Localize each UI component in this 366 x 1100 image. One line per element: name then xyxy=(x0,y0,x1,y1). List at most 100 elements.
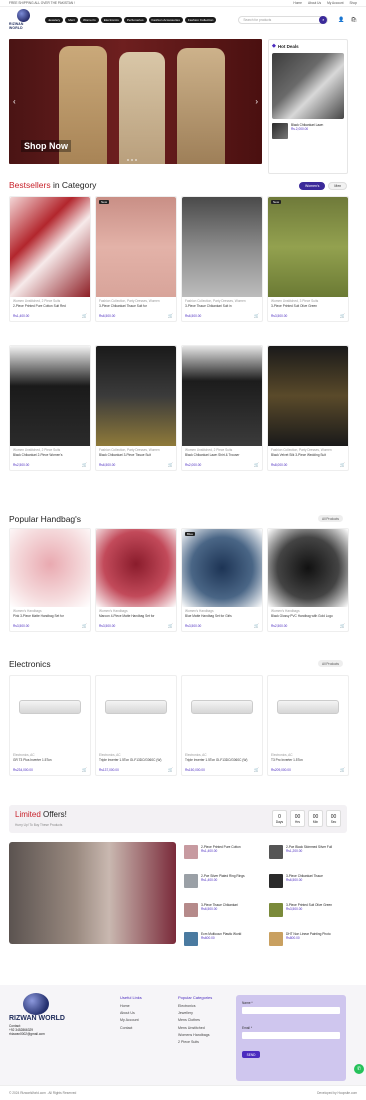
add-to-cart-icon[interactable]: 🛒 xyxy=(82,767,87,772)
product-name[interactable]: Black Glossy PVC Handbag with Gold Logo xyxy=(271,614,345,618)
product-category[interactable]: Women's Handbags xyxy=(271,609,345,613)
add-to-cart-icon[interactable]: 🛒 xyxy=(340,462,345,467)
email-field[interactable] xyxy=(242,1032,340,1039)
nav-fashion-accessories[interactable]: Fashion Accessories xyxy=(148,16,183,23)
product-category[interactable]: Women Unstitched, 2 Piece Suits xyxy=(185,448,259,452)
hot-deal-thumb[interactable] xyxy=(272,123,288,139)
add-to-cart-icon[interactable]: 🛒 xyxy=(168,313,173,318)
nav-electronics[interactable]: Electronics xyxy=(100,16,122,23)
product-image[interactable] xyxy=(96,529,176,607)
add-to-cart-icon[interactable]: 🛒 xyxy=(254,767,259,772)
limited-feature-image[interactable] xyxy=(9,842,176,944)
product-image[interactable] xyxy=(10,676,90,751)
product-category[interactable]: Fashion Collection, Party Dresses, Women xyxy=(99,448,173,452)
product-card[interactable]: Women Unstitched, 2 Piece Suits Black Chi… xyxy=(9,345,91,471)
add-to-cart-icon[interactable]: 🛒 xyxy=(82,313,87,318)
limited-item-thumb[interactable] xyxy=(269,845,283,859)
limited-item[interactable]: 3-Piece Tissue Chikankari Rs6,500.00 xyxy=(184,903,264,917)
add-to-cart-icon[interactable]: 🛒 xyxy=(168,623,173,628)
product-name[interactable]: T3 Pro Inverter 1.5Ton xyxy=(271,758,345,762)
limited-item[interactable]: 3-Piece Chikankari Tissue Rs6,500.00 xyxy=(269,874,349,888)
product-name[interactable]: Black Velvet Silk 3-Piece Wedding Suit xyxy=(271,453,345,457)
add-to-cart-icon[interactable]: 🛒 xyxy=(82,462,87,467)
product-name[interactable]: 2-Piece Printed Pure Cotton Suit Red xyxy=(13,304,87,308)
add-to-cart-icon[interactable]: 🛒 xyxy=(340,313,345,318)
user-icon[interactable]: 👤 xyxy=(338,17,344,23)
add-to-cart-icon[interactable]: 🛒 xyxy=(168,767,173,772)
footer-link-about[interactable]: About Us xyxy=(120,1011,142,1015)
limited-item[interactable]: 2-Piece Printed Pure Cotton Rs1,400.00 xyxy=(184,845,264,859)
product-card[interactable]: Women's Handbags Maroon 4-Piece Matte Han… xyxy=(95,528,177,632)
cart-icon[interactable]: 🛍 xyxy=(351,17,357,23)
top-link-home[interactable]: Home xyxy=(293,1,302,5)
product-name[interactable]: Blue Matte Handbag Set for Girls xyxy=(185,614,259,618)
limited-item-thumb[interactable] xyxy=(184,903,198,917)
limited-item[interactable]: 3-Piece Printed Suit Olive Green Rs3,500.… xyxy=(269,903,349,917)
footer-link-account[interactable]: My Account xyxy=(120,1018,142,1022)
product-category[interactable]: Electronics, AC xyxy=(185,753,259,757)
limited-item-thumb[interactable] xyxy=(184,845,198,859)
product-image[interactable] xyxy=(268,529,348,607)
limited-item[interactable]: 2-Pce Silver Plated Ring Rings Rs1,400.00 xyxy=(184,874,264,888)
footer-cat-2[interactable]: Jewellery xyxy=(178,1011,212,1015)
send-button[interactable]: SEND xyxy=(242,1051,260,1058)
product-card[interactable]: Fashion Collection, Party Dresses, Women… xyxy=(267,345,349,471)
footer-cat-4[interactable]: Mens Unstitched xyxy=(178,1026,212,1030)
add-to-cart-icon[interactable]: 🛒 xyxy=(254,313,259,318)
product-card[interactable]: Women's Handbags Pink 3-Piece Matte Handb… xyxy=(9,528,91,632)
product-image[interactable] xyxy=(10,529,90,607)
product-category[interactable]: Women Unstitched, 3 Piece Suits xyxy=(271,299,345,303)
footer-cat-6[interactable]: 2 Piece Suits xyxy=(178,1040,212,1044)
product-name[interactable]: Maroon 4-Piece Matte Handbag Set for xyxy=(99,614,173,618)
top-link-shop[interactable]: Shop xyxy=(350,1,357,5)
product-card[interactable]: Electronics, AC Triple Inverter 1.5Ton GI… xyxy=(181,675,263,776)
product-image[interactable] xyxy=(182,346,262,446)
nav-fashion-collection[interactable]: Fashion Collection xyxy=(184,16,217,23)
product-card[interactable]: Electronics, AC Triple Inverter 1.5Ton GI… xyxy=(95,675,177,776)
hero-prev-icon[interactable]: ‹ xyxy=(13,97,16,106)
add-to-cart-icon[interactable]: 🛒 xyxy=(254,462,259,467)
product-card[interactable]: Electronics, AC T3 Pro Inverter 1.5Ton Rs2… xyxy=(267,675,349,776)
top-link-about[interactable]: About Us xyxy=(308,1,321,5)
hot-deal-image[interactable] xyxy=(272,53,344,119)
top-link-account[interactable]: My Account xyxy=(327,1,343,5)
limited-item[interactable]: Ecm Multicoun Plastic World Rs600.00 xyxy=(184,932,264,946)
product-category[interactable]: Electronics, AC xyxy=(13,753,87,757)
product-category[interactable]: Fashion Collection, Party Dresses, Women xyxy=(99,299,173,303)
footer-cat-1[interactable]: Electronics xyxy=(178,1004,212,1008)
product-name[interactable]: Black Chikankari Lawn Shirt & Trouser xyxy=(185,453,259,457)
product-name[interactable]: Triple Inverter 1.5Ton GI-F13DC/G060C (W… xyxy=(185,758,259,762)
electronics-view-all[interactable]: All Products xyxy=(318,660,344,667)
name-field[interactable] xyxy=(242,1007,340,1014)
hero-next-icon[interactable]: › xyxy=(255,97,258,106)
product-name[interactable]: Pink 3-Piece Matte Handbag Set for xyxy=(13,614,87,618)
nav-men[interactable]: Meni xyxy=(65,16,78,23)
shop-now-button[interactable]: Shop Now xyxy=(21,140,71,152)
limited-item-thumb[interactable] xyxy=(269,874,283,888)
footer-link-home[interactable]: Home xyxy=(120,1004,142,1008)
limited-item-thumb[interactable] xyxy=(184,932,198,946)
product-name[interactable]: 3-Piece Chikankari Tissue Suit for xyxy=(99,304,173,308)
hero-dots[interactable] xyxy=(127,159,137,161)
product-image[interactable] xyxy=(10,346,90,446)
product-category[interactable]: Fashion Collection, Party Dresses, Women xyxy=(185,299,259,303)
product-image[interactable] xyxy=(96,346,176,446)
product-category[interactable]: Electronics, AC xyxy=(271,753,345,757)
product-card[interactable]: Women Unstitched, 2 Piece Suits 2-Piece P… xyxy=(9,196,91,322)
product-image[interactable] xyxy=(10,197,90,297)
limited-item-thumb[interactable] xyxy=(269,932,283,946)
product-card[interactable]: Women Unstitched, 2 Piece Suits Black Chi… xyxy=(181,345,263,471)
product-image[interactable] xyxy=(268,346,348,446)
search-icon[interactable]: ⌕ xyxy=(319,15,328,24)
product-name[interactable]: 3-Piece Printed Suit Olive Green xyxy=(271,304,345,308)
site-logo[interactable]: RIZWAN WORLD xyxy=(9,9,37,31)
limited-item[interactable]: 2-Pce Black Skimmed Silver Full Rs1,200.0… xyxy=(269,845,349,859)
product-image[interactable]: New xyxy=(268,197,348,297)
product-name[interactable]: GR T3 Plus Inverter 1.5Ton xyxy=(13,758,87,762)
nav-women[interactable]: Women's xyxy=(79,16,99,23)
limited-item-thumb[interactable] xyxy=(184,874,198,888)
product-card[interactable]: Electronics, AC GR T3 Plus Inverter 1.5To… xyxy=(9,675,91,776)
add-to-cart-icon[interactable]: 🛒 xyxy=(340,767,345,772)
product-category[interactable]: Women Unstitched, 2 Piece Suits xyxy=(13,448,87,452)
product-card[interactable]: Blue Women's Handbags Blue Matte Handbag S… xyxy=(181,528,263,632)
